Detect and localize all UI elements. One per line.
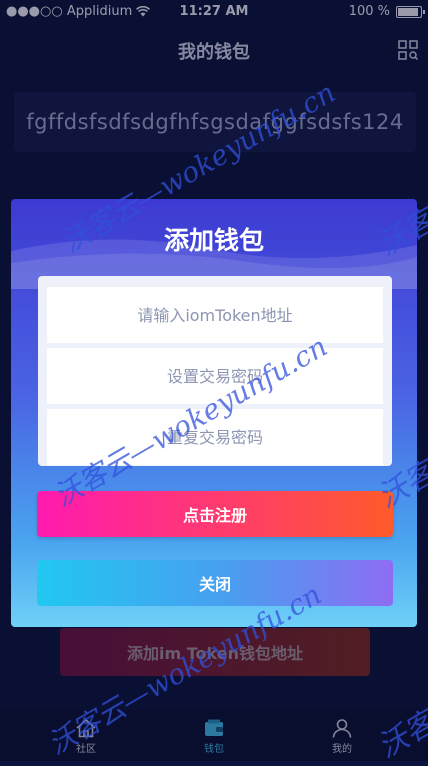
wallet-form <box>38 276 392 466</box>
imtoken-address-input[interactable] <box>47 287 383 343</box>
add-wallet-dialog: 添加钱包 点击注册 关闭 <box>11 199 417 627</box>
register-button[interactable]: 点击注册 <box>37 491 393 537</box>
close-button[interactable]: 关闭 <box>37 560 393 606</box>
repeat-password-input[interactable] <box>47 409 383 465</box>
dialog-title: 添加钱包 <box>163 226 264 255</box>
set-password-input[interactable] <box>47 348 383 404</box>
